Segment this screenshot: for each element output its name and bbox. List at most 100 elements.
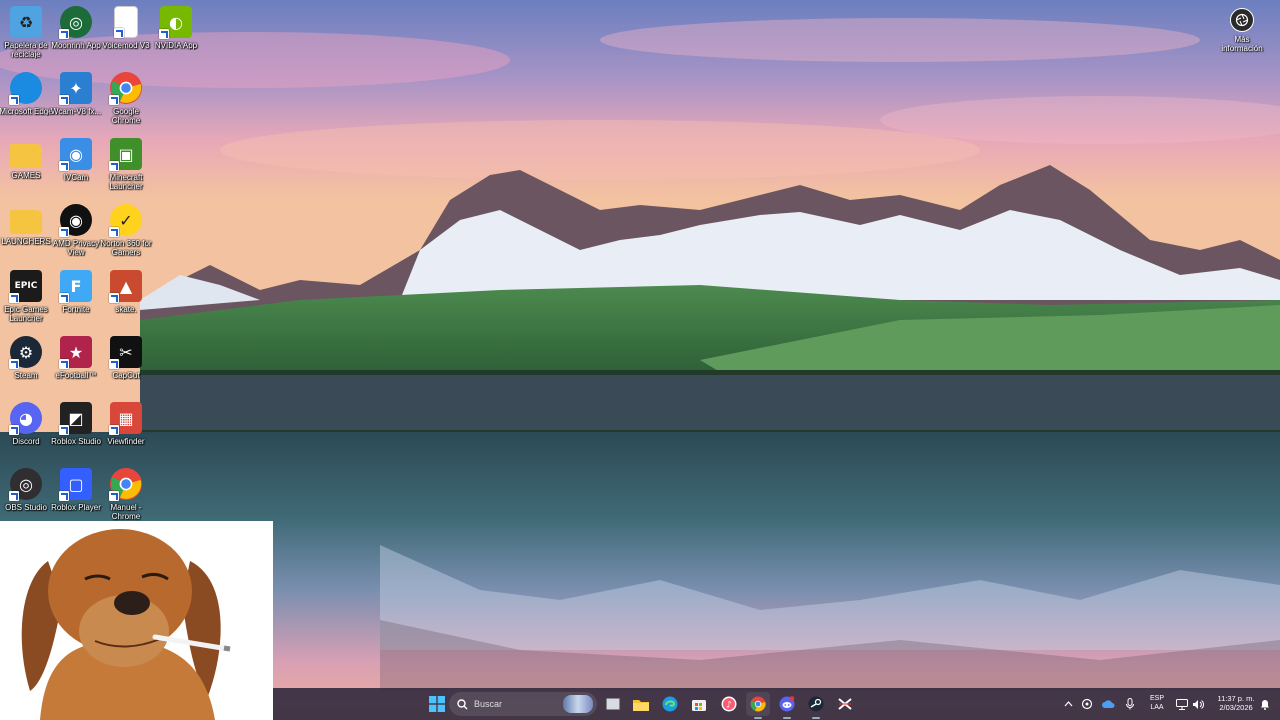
desktop-icon-efootball[interactable]: ★ eFootball™ — [50, 336, 102, 380]
windows-start-icon[interactable] — [425, 692, 449, 716]
more-info-widget[interactable]: Más información — [1214, 8, 1270, 53]
wcam-icon: ✦ — [59, 72, 92, 105]
shortcut-arrow-icon — [109, 95, 119, 105]
folder-icon — [10, 210, 42, 234]
desktop-icon-discord[interactable]: ◕ Discord — [0, 402, 52, 446]
svg-text:♪: ♪ — [726, 701, 732, 711]
search-placeholder: Buscar — [474, 699, 503, 709]
file-explorer-icon[interactable] — [629, 692, 653, 716]
language-indicator[interactable]: ESP LAA — [1149, 694, 1165, 712]
shortcut-arrow-icon — [114, 28, 124, 38]
shortcut-arrow-icon — [59, 227, 69, 237]
volume-icon[interactable] — [1189, 692, 1207, 716]
itunes-icon[interactable]: ♪ — [717, 692, 741, 716]
desktop-icon-label: Steam — [14, 371, 38, 380]
shortcut-arrow-icon — [59, 491, 69, 501]
desktop-icon-norton-360-for-gamers[interactable]: ✓ Norton 360 for Gamers — [100, 204, 152, 257]
show-hidden-icons-chevron-icon[interactable] — [1061, 692, 1075, 716]
shortcut-arrow-icon — [9, 425, 19, 435]
roblox-studio-icon: ◩ — [59, 402, 92, 435]
notifications-icon[interactable] — [1257, 692, 1273, 716]
desktop-icon-nvidia-app[interactable]: ◐ NVIDIA App — [150, 6, 202, 50]
desktop-icon-launchers[interactable]: LAUNCHERS — [0, 204, 52, 246]
desktop-icon-obs-studio[interactable]: ◎ OBS Studio — [0, 468, 52, 512]
desktop-icon-manuel-chrome[interactable]: Manuel - Chrome — [100, 468, 152, 521]
minecraft-icon: ▣ — [109, 138, 142, 171]
desktop-icon-label: Epic Games Launcher — [4, 305, 48, 323]
desktop-icon-label: NVIDIA App — [154, 41, 198, 50]
microphone-icon[interactable] — [1121, 692, 1139, 716]
edge-icon[interactable] — [658, 692, 682, 716]
desktop-icon-skate[interactable]: ▲ skate. — [100, 270, 152, 314]
camera-lens-icon — [1230, 8, 1254, 32]
desktop-icon-papelera-de-reciclaje[interactable]: ♻ Papelera de reciclaje — [0, 6, 52, 59]
ivcam-icon: ◉ — [59, 138, 92, 171]
desktop-icon-label: Viewfinder — [107, 437, 145, 446]
desktop-icon-label: GAMES — [11, 171, 41, 180]
desktop-icon-games[interactable]: GAMES — [0, 138, 52, 180]
epic-games-icon: EPIC — [9, 270, 42, 303]
language-code: ESP — [1149, 695, 1164, 702]
shortcut-arrow-icon — [109, 425, 119, 435]
shortcut-arrow-icon — [9, 359, 19, 369]
folder-icon — [10, 144, 42, 168]
microsoft-store-icon[interactable] — [687, 692, 711, 716]
desktop-icon-moonrinh-app[interactable]: ◎ Moonrinh App — [50, 6, 102, 50]
desktop-icon-roblox-player[interactable]: ▢ Roblox Player — [50, 468, 102, 512]
skate-icon: ▲ — [109, 270, 142, 303]
steam-icon[interactable] — [804, 692, 828, 719]
cloud-tray-icon[interactable] — [1099, 692, 1117, 716]
desktop-icon-wcam-v8-fx[interactable]: ✦ Wcam-V8 fx... — [50, 72, 102, 116]
clock[interactable]: 11:37 p. m. 2/03/2026 — [1211, 694, 1261, 712]
desktop-icon-label: Wcam-V8 fx... — [50, 107, 102, 116]
desktop-icon-label: Minecraft Launcher — [109, 173, 143, 191]
recycle-bin-icon: ♻ — [10, 6, 42, 38]
taskbar-search-box[interactable]: Buscar — [449, 692, 597, 716]
nvidia-icon: ◐ — [159, 6, 192, 39]
desktop-icon-label: Voicemod V3 — [102, 41, 150, 50]
copilot-tray-icon[interactable] — [1078, 692, 1096, 716]
efootball-icon: ★ — [59, 336, 92, 369]
webcam-overlay — [0, 521, 273, 720]
desktop-icon-fortnite[interactable]: F Fortnite — [50, 270, 102, 314]
desktop-icon-minecraft-launcher[interactable]: ▣ Minecraft Launcher — [100, 138, 152, 191]
desktop-icon-label: Roblox Studio — [51, 437, 101, 446]
eye-icon: ◉ — [59, 204, 92, 237]
desktop-icon-voicemod-v3[interactable]: Voicemod V3 — [100, 6, 152, 50]
desktop-icon-viewfinder[interactable]: ▦ Viewfinder — [100, 402, 152, 446]
search-icon — [457, 698, 468, 709]
desktop-icon-ivcam[interactable]: ◉ IVCam — [50, 138, 102, 182]
desktop-icon-epic-games-launcher[interactable]: EPIC Epic Games Launcher — [0, 270, 52, 323]
document-icon — [114, 6, 138, 38]
viewfinder-icon: ▦ — [109, 402, 142, 435]
desktop-icon-capcut[interactable]: ✂ CapCut — [100, 336, 152, 380]
desktop-icon-label: Discord — [12, 437, 40, 446]
desktop-icon-label: Google Chrome — [111, 107, 141, 125]
capcut-icon[interactable] — [833, 692, 857, 716]
desktop-icon-microsoft-edge[interactable]: Microsoft Edge — [0, 72, 53, 116]
shortcut-arrow-icon — [9, 95, 19, 105]
desktop-icon-label: Roblox Player — [51, 503, 101, 512]
chrome-icon[interactable] — [746, 692, 770, 719]
chrome-icon — [109, 468, 142, 501]
desktop-icon-steam[interactable]: ⚙ Steam — [0, 336, 52, 380]
search-highlight-image — [563, 695, 593, 713]
moonrinh-icon: ◎ — [59, 6, 92, 39]
shortcut-arrow-icon — [9, 293, 19, 303]
desktop-icon-roblox-studio[interactable]: ◩ Roblox Studio — [50, 402, 102, 446]
fortnite-icon: F — [59, 270, 92, 303]
desktop-icon-label: eFootball™ — [55, 371, 97, 380]
shortcut-arrow-icon — [59, 425, 69, 435]
more-info-label: Más información — [1221, 35, 1263, 53]
desktop-icon-label: Norton 360 for Gamers — [100, 239, 152, 257]
desktop-icon-google-chrome[interactable]: Google Chrome — [100, 72, 152, 125]
shortcut-arrow-icon — [159, 29, 169, 39]
discord-icon[interactable] — [775, 692, 799, 719]
shortcut-arrow-icon — [109, 227, 119, 237]
desktop-icon-label: AMD Privacy View — [52, 239, 100, 257]
edge-icon — [9, 72, 42, 105]
discord-icon: ◕ — [9, 402, 42, 435]
desktop-icon-amd-privacy-view[interactable]: ◉ AMD Privacy View — [50, 204, 102, 257]
shortcut-arrow-icon — [59, 359, 69, 369]
task-view-icon[interactable] — [601, 692, 625, 716]
